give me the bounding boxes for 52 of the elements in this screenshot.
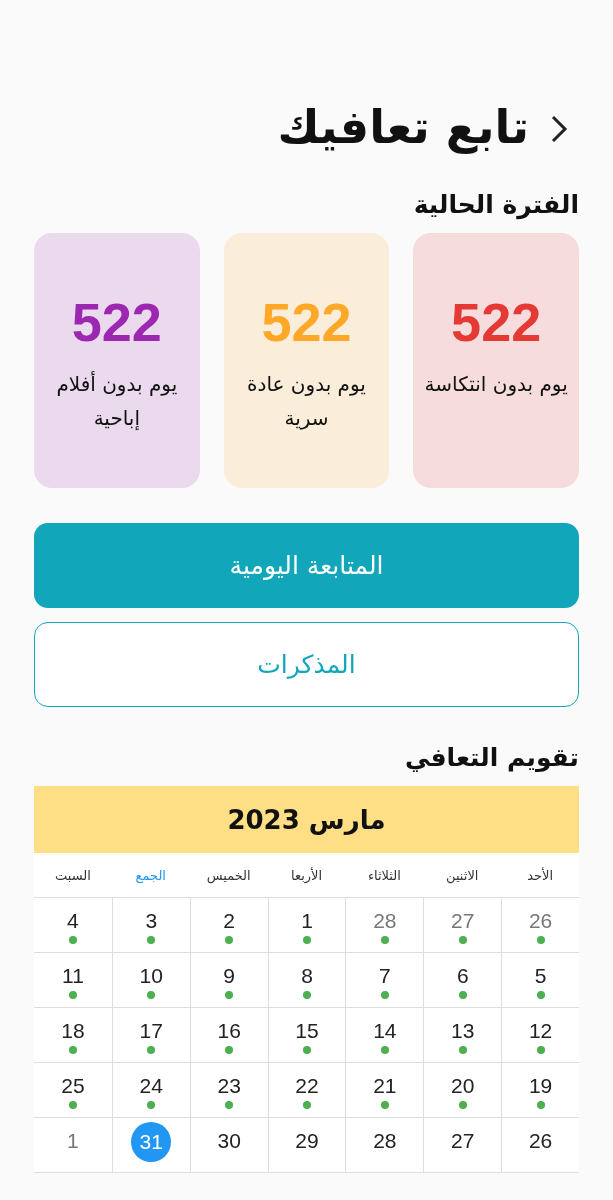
weekday-label: الأربعا <box>289 867 324 883</box>
day-cell[interactable]: 10 <box>111 953 190 1008</box>
day-cell[interactable]: 8 <box>267 953 346 1008</box>
chevron-icon <box>549 113 569 145</box>
day-cell[interactable]: 12 <box>501 1008 579 1063</box>
day-cell[interactable]: 22 <box>267 1063 346 1118</box>
day-count: 522 <box>451 295 542 349</box>
card-label: يوم بدون أفلام إباحية <box>55 370 179 432</box>
day-cell[interactable]: 23 <box>189 1063 268 1118</box>
weekday-label: الأحد <box>526 867 554 883</box>
weekday-label: الخميس <box>205 867 252 883</box>
weekday-label: الاثنين <box>445 867 480 883</box>
day-cell[interactable]: 6 <box>423 953 502 1008</box>
day-cell[interactable]: 9 <box>189 953 268 1008</box>
day-cell[interactable]: 28 <box>345 1118 424 1173</box>
day-cell[interactable]: 27 <box>423 898 502 953</box>
section-heading: الفترة الحالية <box>412 190 579 219</box>
day-cell[interactable]: 19 <box>501 1063 579 1118</box>
day-cell[interactable]: 26 <box>501 898 579 953</box>
day-count: 522 <box>261 295 352 349</box>
day-cell[interactable]: 14 <box>345 1008 424 1063</box>
month-title: مارس 2023 <box>34 786 579 853</box>
day-cell[interactable]: 25 <box>34 1063 112 1118</box>
day-cell[interactable]: 7 <box>345 953 424 1008</box>
card-label: يوم بدون عادة سرية <box>246 371 367 432</box>
weekday-label: الجمع <box>134 867 167 883</box>
day-cell[interactable]: 28 <box>345 898 424 953</box>
day-cell[interactable]: 1 <box>34 1118 112 1173</box>
section-heading: تقويم التعافي <box>403 743 579 772</box>
day-cell[interactable]: 29 <box>267 1118 346 1173</box>
day-cell[interactable]: 2 <box>189 898 268 953</box>
day-cell[interactable]: 17 <box>111 1008 190 1063</box>
day-cell[interactable]: 3 <box>111 898 190 953</box>
weekday-label: الثلاثاء <box>366 867 402 883</box>
day-cell[interactable]: 16 <box>189 1008 268 1063</box>
day-cell[interactable]: 15 <box>267 1008 346 1063</box>
day-cell[interactable]: 27 <box>423 1118 502 1173</box>
day-cell[interactable]: 4 <box>34 898 112 953</box>
day-cell[interactable]: 30 <box>189 1118 268 1173</box>
day-cell[interactable]: 20 <box>423 1063 502 1118</box>
day-cell[interactable]: 5 <box>501 953 579 1008</box>
day-cell[interactable]: 13 <box>423 1008 502 1063</box>
day-cell[interactable]: 26 <box>501 1118 579 1173</box>
weekday-label: السبت <box>54 867 92 883</box>
day-cell[interactable]: 1 <box>267 898 346 953</box>
day-cell[interactable]: 21 <box>345 1063 424 1118</box>
day-cell[interactable]: 18 <box>34 1008 112 1063</box>
day-count: 522 <box>71 295 162 349</box>
day-cell[interactable]: 11 <box>34 953 112 1008</box>
day-cell[interactable]: 24 <box>111 1063 190 1118</box>
page-title: تابع تعافيك <box>277 100 529 154</box>
card-label: يوم بدون انتكاسة <box>423 371 569 398</box>
